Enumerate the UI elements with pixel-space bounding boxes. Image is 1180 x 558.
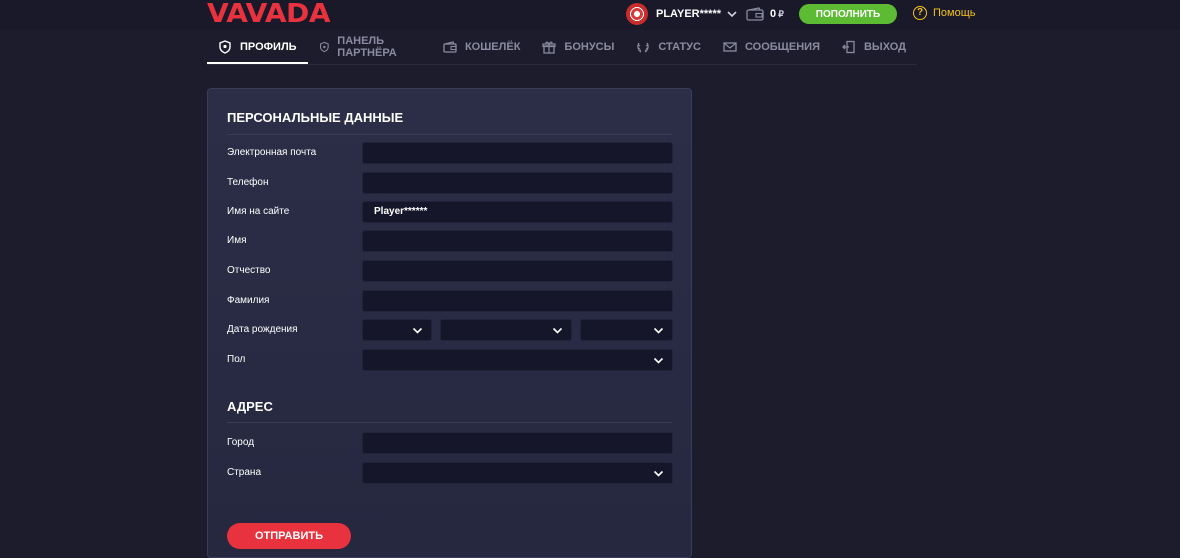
country-label: Страна: [227, 467, 262, 478]
profile-form-card: ПЕРСОНАЛЬНЫЕ ДАННЫЕ Электронная почта Те…: [207, 88, 692, 558]
balance-display[interactable]: 0 ₽: [746, 7, 784, 21]
currency-symbol: ₽: [778, 8, 784, 19]
tab-logout[interactable]: ВЫХОД: [831, 31, 917, 62]
tab-label: СООБЩЕНИЯ: [744, 40, 820, 53]
divider: [227, 422, 672, 423]
form-row-email: Электронная почта: [227, 142, 673, 164]
divider: [227, 134, 672, 135]
middle-name-label: Отчество: [227, 265, 271, 276]
tab-profile[interactable]: ПРОФИЛЬ: [207, 31, 308, 64]
gender-label: Пол: [227, 354, 246, 365]
nickname-field[interactable]: Player******: [362, 201, 673, 223]
exit-icon: [842, 40, 855, 53]
last-name-label: Фамилия: [227, 295, 270, 306]
partner-icon: [319, 41, 329, 52]
gender-select[interactable]: [362, 349, 673, 371]
phone-label: Телефон: [227, 177, 269, 188]
logo[interactable]: VAVADA: [207, 1, 331, 27]
chevron-down-icon: [653, 470, 664, 477]
chevron-down-icon: [653, 327, 664, 334]
chevron-down-icon: [653, 357, 664, 364]
form-row-phone: Телефон: [227, 172, 673, 194]
country-select[interactable]: [362, 462, 673, 484]
username: PLAYER*****: [656, 8, 722, 20]
city-label: Город: [227, 437, 255, 448]
tab-label: ВЫХОД: [863, 40, 906, 53]
phone-field[interactable]: [362, 172, 673, 194]
form-row-birthdate: Дата рождения: [227, 319, 673, 341]
email-field[interactable]: [362, 142, 673, 164]
form-row-gender: Пол: [227, 349, 673, 371]
tab-messages[interactable]: СООБЩЕНИЯ: [712, 31, 831, 62]
birth-day-select[interactable]: [362, 319, 432, 341]
middle-name-field[interactable]: [362, 260, 673, 282]
form-row-city: Город: [227, 432, 673, 454]
envelope-icon: [723, 41, 737, 52]
help-link[interactable]: ? Помощь: [913, 6, 976, 20]
wallet-icon: [443, 40, 457, 53]
tab-wallet[interactable]: КОШЕЛЁК: [432, 31, 531, 62]
tab-partner-panel[interactable]: ПАНЕЛЬ ПАРТНЁРА: [308, 31, 432, 62]
laurel-icon: [637, 42, 650, 53]
form-row-last-name: Фамилия: [227, 290, 673, 312]
tab-bonuses[interactable]: БОНУСЫ: [531, 31, 625, 62]
gift-icon: [542, 41, 557, 54]
tab-status[interactable]: СТАТУС: [625, 31, 712, 62]
tab-label: ПРОФИЛЬ: [240, 40, 297, 53]
email-label: Электронная почта: [227, 147, 317, 158]
form-row-first-name: Имя: [227, 230, 673, 252]
tab-label: СТАТУС: [658, 40, 701, 53]
wallet-icon: [746, 7, 764, 21]
help-icon: ?: [913, 6, 927, 20]
deposit-button[interactable]: ПОПОЛНИТЬ: [799, 4, 897, 24]
tab-label: КОШЕЛЁК: [464, 40, 521, 53]
form-row-nickname: Имя на сайте Player******: [227, 201, 673, 223]
birthdate-label: Дата рождения: [227, 324, 298, 335]
help-label: Помощь: [933, 7, 976, 19]
birth-year-select[interactable]: [580, 319, 673, 341]
last-name-field[interactable]: [362, 290, 673, 312]
chevron-down-icon: [552, 327, 563, 334]
submit-button[interactable]: ОТПРАВИТЬ: [227, 523, 351, 549]
avatar: [626, 3, 648, 25]
section-title-personal: ПЕРСОНАЛЬНЫЕ ДАННЫЕ: [227, 110, 404, 125]
form-row-middle-name: Отчество: [227, 260, 673, 282]
first-name-label: Имя: [227, 235, 247, 246]
user-menu[interactable]: PLAYER*****: [626, 3, 737, 25]
balance-amount: 0: [770, 8, 777, 20]
profile-tabs: ПРОФИЛЬ ПАНЕЛЬ ПАРТНЁРА КОШЕЛЁК БОНУСЫ С…: [207, 31, 917, 65]
section-title-address: АДРЕС: [227, 399, 273, 414]
tab-label: ПАНЕЛЬ ПАРТНЁРА: [337, 34, 397, 59]
first-name-field[interactable]: [362, 230, 673, 252]
city-field[interactable]: [362, 432, 673, 454]
chevron-down-icon: [412, 327, 423, 334]
chevron-down-icon: [727, 11, 737, 18]
birth-month-select[interactable]: [440, 319, 572, 341]
shield-icon: [219, 39, 231, 54]
form-row-country: Страна: [227, 462, 673, 484]
top-bar: VAVADA PLAYER***** 0 ₽ ПОПОЛНИТЬ ? Помощ…: [0, 0, 1180, 30]
nickname-label: Имя на сайте: [227, 206, 290, 217]
tab-label: БОНУСЫ: [564, 40, 615, 53]
